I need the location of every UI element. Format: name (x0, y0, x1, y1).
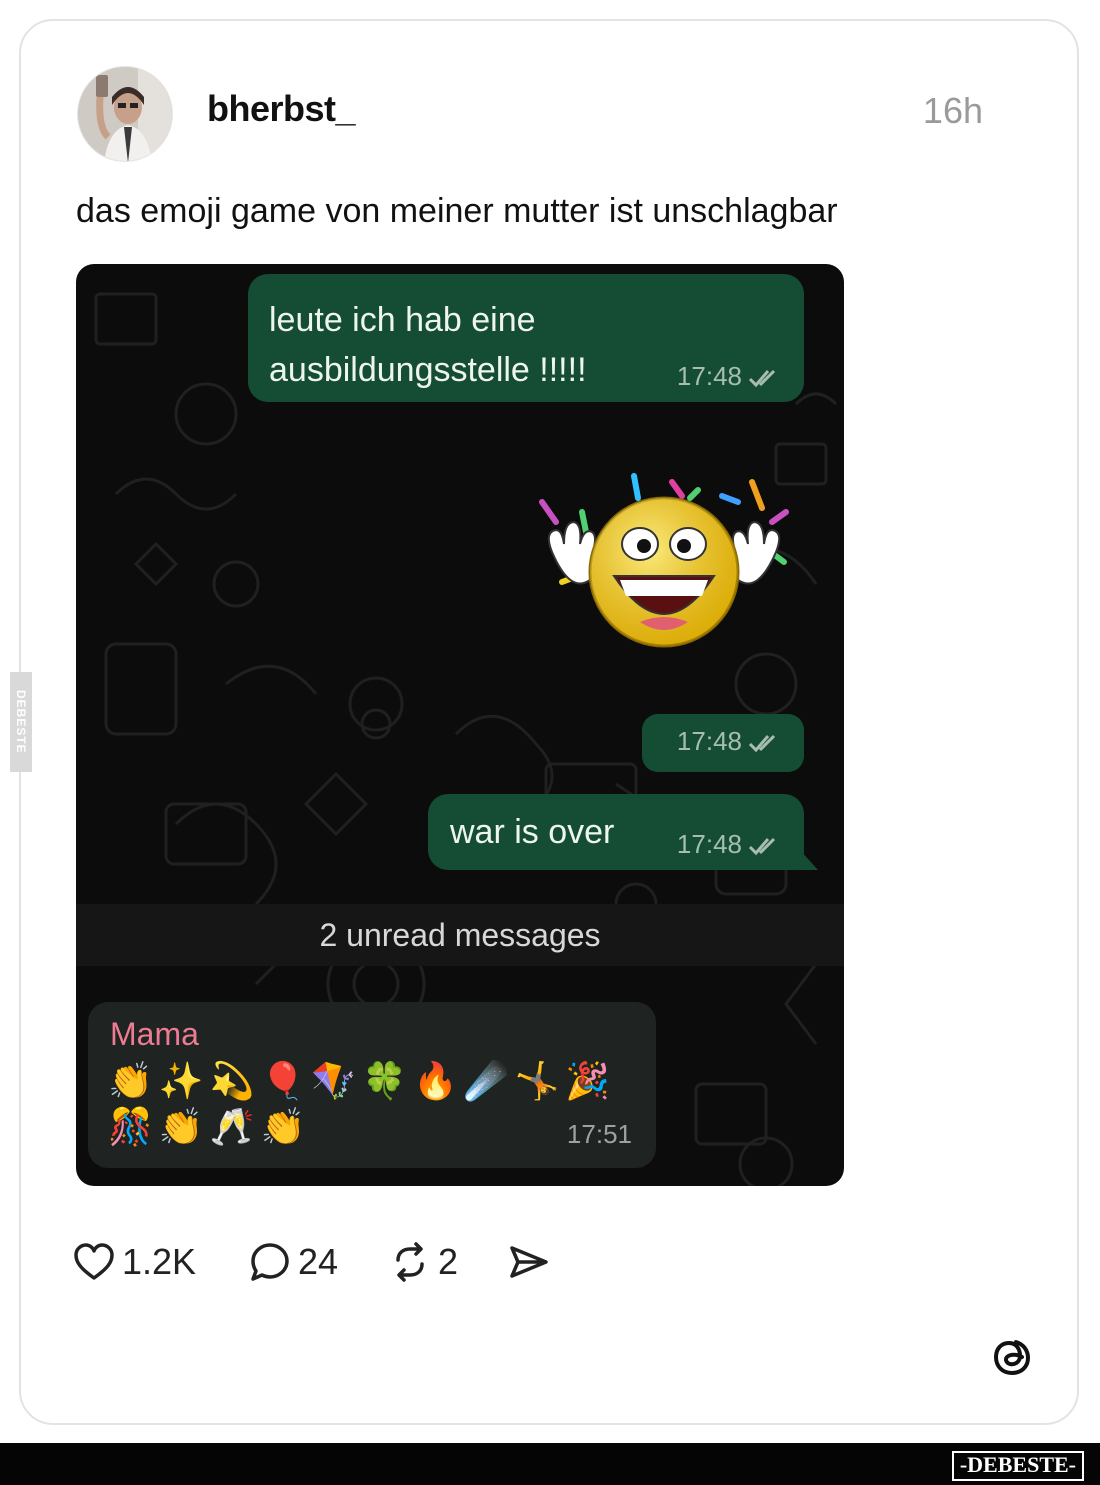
double-check-icon (748, 735, 776, 753)
repost-count: 2 (438, 1241, 459, 1282)
heart-icon (74, 1243, 114, 1280)
celebrating-smiley-sticker[interactable] (522, 472, 806, 652)
message-text-line: ausbildungsstelle !!!!! (269, 351, 587, 389)
outgoing-message[interactable]: leute ich hab eine ausbildungsstelle !!!… (248, 274, 804, 402)
incoming-message[interactable]: Mama 👏✨💫🎈🪁🍀🔥☄️🤸🎉 🎊👏🥂👏 17:51 (88, 1002, 656, 1168)
double-check-icon (748, 370, 776, 388)
comment-count: 24 (298, 1241, 339, 1282)
outgoing-message[interactable]: war is over 17:48 (428, 794, 804, 870)
share-icon (510, 1246, 548, 1278)
bubble-tail (800, 850, 818, 870)
message-time: 17:48 (676, 726, 742, 756)
threads-logo-icon[interactable] (988, 1332, 1036, 1385)
message-meta: 17:48 (677, 829, 782, 860)
post-caption: das emoji game von meiner mutter ist uns… (76, 192, 838, 230)
message-meta: 17:48 (677, 726, 782, 757)
emoji-line: 🎊👏🥂👏 (108, 1107, 312, 1148)
side-watermark: DEBESTE (10, 672, 32, 772)
emoji-line: 👏✨💫🎈🪁🍀🔥☄️🤸🎉 (108, 1061, 617, 1102)
chat-screenshot[interactable]: leute ich hab eine ausbildungsstelle !!!… (76, 264, 844, 1186)
message-text-line: leute ich hab eine (269, 301, 536, 339)
outgoing-message-time-only[interactable]: 17:48 (642, 714, 804, 772)
message-text: war is over (450, 813, 615, 851)
like-count: 1.2K (122, 1241, 197, 1282)
double-check-icon (748, 838, 776, 856)
username[interactable]: bherbst_ (207, 88, 356, 130)
footer-bar: -DEBESTE- (0, 1443, 1100, 1485)
share-button[interactable] (506, 1240, 556, 1284)
message-time: 17:48 (676, 361, 742, 391)
like-button[interactable]: 1.2K (72, 1240, 196, 1284)
message-time: 17:51 (566, 1119, 632, 1149)
debeste-watermark: -DEBESTE- (951, 1451, 1084, 1481)
repost-button[interactable]: 2 (388, 1240, 458, 1284)
repost-icon (396, 1242, 424, 1282)
comment-icon (251, 1243, 289, 1281)
user-avatar[interactable] (77, 66, 173, 162)
post-time: 16h (922, 90, 983, 131)
comment-button[interactable]: 24 (248, 1240, 338, 1284)
unread-messages-banner: 2 unread messages (76, 904, 844, 966)
sender-name: Mama (110, 1016, 199, 1052)
message-time: 17:48 (676, 829, 742, 859)
message-meta: 17:48 (677, 361, 782, 392)
